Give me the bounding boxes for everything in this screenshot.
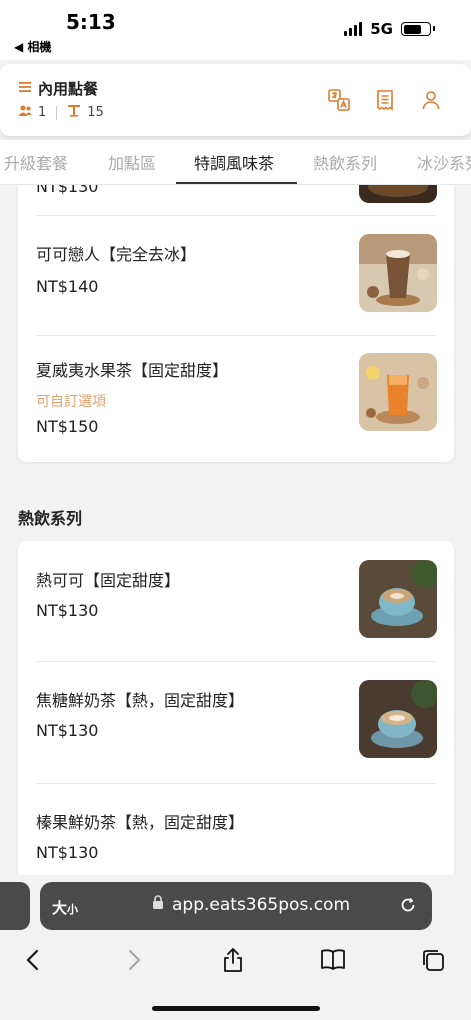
battery-icon (401, 22, 435, 36)
special-tea-card: NT$130 可可戀人【完全去冰】 NT$140 夏威夷水果茶【固定甜度】 可自… (18, 185, 454, 462)
share-icon[interactable] (220, 947, 246, 973)
item-price: NT$130 (36, 601, 99, 620)
item-name: 焦糖鮮奶茶【熱，固定甜度】 (36, 691, 245, 710)
reload-icon[interactable] (398, 895, 418, 919)
menu-item[interactable]: 可可戀人【完全去冰】 NT$140 (36, 223, 437, 333)
battery-fill (403, 24, 421, 34)
header-meta: 1 15 (18, 104, 104, 121)
item-image (359, 560, 437, 638)
url-text: app.eats365pos.com (172, 895, 351, 915)
item-price: NT$130 (36, 843, 99, 862)
tab-smoothies[interactable]: 冰沙系列 (417, 150, 471, 174)
lock-icon (152, 895, 164, 915)
partial-item-price: NT$130 (36, 185, 99, 196)
meta-divider (56, 105, 58, 120)
back-icon[interactable] (20, 947, 46, 973)
partial-item-image (359, 185, 437, 203)
account-icon[interactable] (419, 88, 443, 112)
item-divider (36, 335, 436, 336)
back-to-camera-link[interactable]: ◀ 相機 (14, 38, 51, 55)
item-divider (36, 661, 436, 662)
table-icon (67, 104, 81, 121)
header-actions (327, 88, 443, 112)
app-header: 內用點餐 1 15 (0, 64, 471, 136)
tabs-icon[interactable] (420, 947, 446, 973)
item-name: 夏威夷水果茶【固定甜度】 (36, 361, 229, 380)
item-image (359, 353, 437, 431)
item-price: NT$130 (36, 721, 99, 740)
tab-upgrade-set[interactable]: 升級套餐 (4, 150, 68, 174)
url-bar[interactable]: 大小 app.eats365pos.com (40, 882, 432, 930)
menu-item[interactable]: 榛果鮮奶茶【熱，固定甜度】 NT$130 (36, 785, 436, 875)
status-indicators: 5G (344, 20, 435, 38)
text-size-large: 大 (52, 899, 68, 917)
item-divider (36, 783, 436, 784)
previous-tab-edge[interactable] (0, 882, 30, 930)
text-size-button[interactable]: 大小 (52, 897, 78, 918)
item-name: 可可戀人【完全去冰】 (36, 245, 197, 264)
menu-item[interactable]: 夏威夷水果茶【固定甜度】 可自訂選項 NT$150 (36, 337, 437, 457)
header-title: 內用點餐 (18, 78, 98, 99)
forward-icon[interactable] (121, 947, 147, 973)
menu-item[interactable]: 焦糖鮮奶茶【熱，固定甜度】 NT$130 (36, 663, 437, 781)
tab-hot-drinks[interactable]: 熱飲系列 (313, 150, 377, 174)
status-bar: 5:13 ◀ 相機 5G (0, 0, 471, 60)
active-tab-indicator (176, 182, 297, 184)
item-name: 熱可可【固定甜度】 (36, 571, 181, 590)
text-size-small: 小 (67, 903, 79, 916)
guests-icon (18, 105, 32, 121)
section-title-hot-drinks: 熱飲系列 (18, 509, 83, 528)
item-price: NT$150 (36, 417, 99, 436)
item-price: NT$140 (36, 277, 99, 296)
status-time: 5:13 (66, 10, 116, 34)
home-indicator (152, 1006, 320, 1011)
hot-drinks-card: 熱可可【固定甜度】 NT$130 焦糖鮮奶茶【熱，固定甜度】 NT$130 榛果… (18, 541, 454, 875)
item-image (359, 234, 437, 312)
item-name: 榛果鮮奶茶【熱，固定甜度】 (36, 813, 245, 832)
dining-mode-title: 內用點餐 (38, 80, 99, 98)
table-number: 15 (87, 105, 104, 120)
menu-icon[interactable] (18, 80, 32, 98)
item-divider (36, 215, 436, 216)
bookmarks-icon[interactable] (319, 947, 345, 973)
customizable-note: 可自訂選項 (36, 394, 106, 410)
signal-icon (344, 22, 363, 36)
category-tabs: 升級套餐 加點區 特調風味茶 熱飲系列 冰沙系列 (0, 140, 471, 185)
menu-item[interactable]: 熱可可【固定甜度】 NT$130 (36, 541, 437, 659)
network-type: 5G (370, 20, 393, 38)
tab-special-tea[interactable]: 特調風味茶 (194, 150, 274, 174)
url-display[interactable]: app.eats365pos.com (152, 895, 350, 915)
guest-count: 1 (38, 105, 47, 120)
menu-content[interactable]: NT$130 可可戀人【完全去冰】 NT$140 夏威夷水果茶【固定甜度】 可自… (0, 185, 471, 875)
item-image (359, 680, 437, 758)
browser-toolbar (0, 935, 471, 1020)
tab-add-on[interactable]: 加點區 (108, 150, 156, 174)
translate-icon[interactable] (327, 88, 351, 112)
browser-url-area: 大小 app.eats365pos.com (0, 875, 471, 935)
order-receipt-icon[interactable] (373, 88, 397, 112)
